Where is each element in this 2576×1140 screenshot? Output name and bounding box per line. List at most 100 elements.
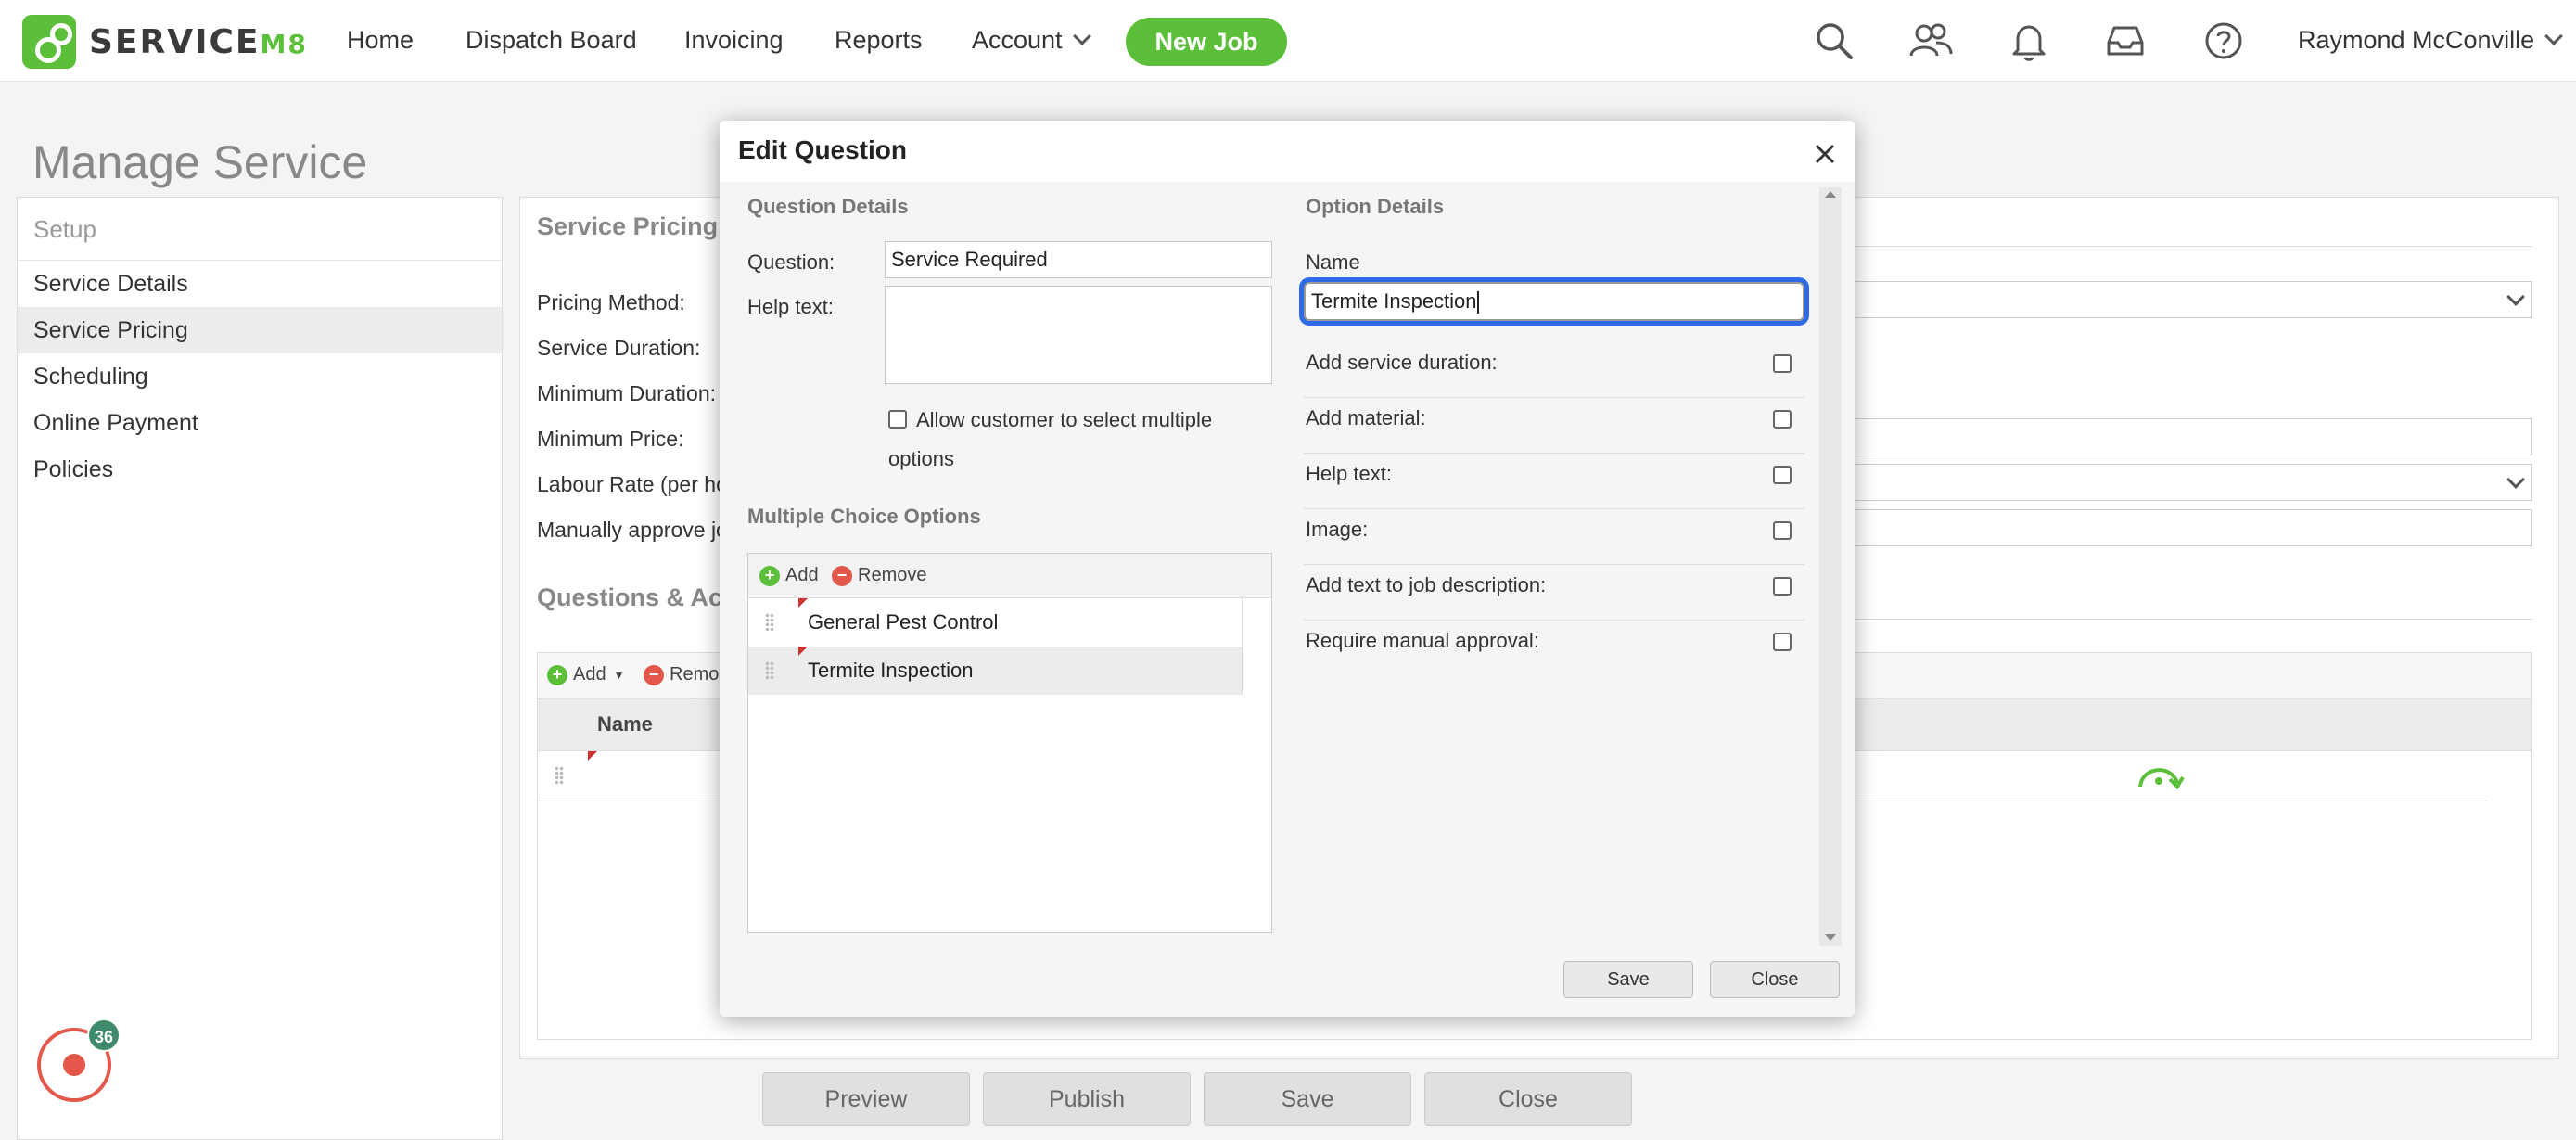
page-title: Manage Service xyxy=(32,136,368,188)
logo-mark-icon xyxy=(22,15,76,69)
pricing-method-label: Pricing Method: xyxy=(537,290,685,314)
service-duration-label: Service Duration: xyxy=(537,336,701,360)
action-arrow-icon[interactable] xyxy=(2133,759,2185,792)
add-question-button[interactable]: + Add ▼ xyxy=(547,664,624,685)
divider xyxy=(1304,508,1804,509)
edit-question-dialog: Edit Question Question Details Question:… xyxy=(720,121,1855,1017)
caret-down-icon: ▼ xyxy=(613,668,625,682)
nav-home[interactable]: Home xyxy=(347,26,414,55)
drag-handle-icon[interactable] xyxy=(555,766,564,785)
sidebar-item-scheduling[interactable]: Scheduling xyxy=(18,353,502,400)
text-cursor xyxy=(1476,291,1479,314)
question-input[interactable]: Service Required xyxy=(885,241,1272,278)
remove-question-button[interactable]: − Remo xyxy=(644,664,719,685)
image-checkbox[interactable] xyxy=(1773,521,1792,540)
option-name-value: Termite Inspection xyxy=(1311,289,1477,313)
help-text-label: Help text: xyxy=(747,295,834,318)
divider xyxy=(1304,620,1804,621)
dialog-close-button[interactable]: Close xyxy=(1710,961,1840,998)
column-name: Name xyxy=(597,712,653,736)
add-text-job-description-label: Add text to job description: xyxy=(1306,573,1547,596)
list-item-selected[interactable]: Termite Inspection xyxy=(748,647,1242,695)
sidebar-item-policies[interactable]: Policies xyxy=(18,446,502,493)
plus-icon: + xyxy=(547,664,567,685)
manual-approve-field[interactable] xyxy=(1818,509,2532,546)
search-icon[interactable] xyxy=(1812,19,1856,63)
multiple-choice-heading: Multiple Choice Options xyxy=(747,505,981,528)
servicem8-logo[interactable]: SERVICEM8 xyxy=(22,15,308,69)
publish-button[interactable]: Publish xyxy=(983,1072,1191,1126)
add-option-button[interactable]: + Add xyxy=(759,565,819,586)
question-label: Question: xyxy=(747,250,835,274)
save-button[interactable]: Save xyxy=(1204,1072,1411,1126)
option-name-input[interactable]: Termite Inspection xyxy=(1304,282,1804,321)
section-title: Service Pricing xyxy=(537,212,719,240)
drag-handle-icon[interactable] xyxy=(765,661,774,680)
divider xyxy=(1304,397,1804,398)
add-material-label: Add material: xyxy=(1306,406,1426,429)
logo-text: SERVICEM8 xyxy=(89,22,308,61)
allow-multiple-checkbox[interactable] xyxy=(888,410,907,429)
close-button[interactable]: Close xyxy=(1424,1072,1632,1126)
allow-multiple-label-cont: options xyxy=(888,447,954,470)
remove-option-button[interactable]: − Remove xyxy=(832,565,926,586)
help-text-area[interactable] xyxy=(885,286,1272,384)
allow-multiple-label: Allow customer to select multiple xyxy=(916,408,1213,431)
require-manual-approval-checkbox[interactable] xyxy=(1773,633,1792,651)
nav-account-label: Account xyxy=(972,26,1063,54)
chevron-down-icon xyxy=(2506,470,2525,489)
dialog-save-button[interactable]: Save xyxy=(1563,961,1693,998)
drag-handle-icon[interactable] xyxy=(765,613,774,632)
dialog-header: Edit Question xyxy=(720,121,1855,182)
bell-icon[interactable] xyxy=(2007,19,2051,63)
minimum-duration-label: Minimum Duration: xyxy=(537,381,716,405)
notification-count-badge: 36 xyxy=(87,1018,121,1052)
preview-button[interactable]: Preview xyxy=(762,1072,970,1126)
manual-approve-label: Manually approve jo xyxy=(537,518,728,542)
option-help-text-checkbox[interactable] xyxy=(1773,466,1792,484)
option-label: Termite Inspection xyxy=(808,659,974,682)
new-job-button[interactable]: New Job xyxy=(1126,18,1287,66)
add-service-duration-checkbox[interactable] xyxy=(1773,354,1792,373)
option-details-heading: Option Details xyxy=(1306,195,1445,218)
multiple-choice-list: + Add − Remove General Pest Control Termit… xyxy=(747,553,1272,933)
scroll-up-icon[interactable] xyxy=(1825,191,1836,198)
add-service-duration-label: Add service duration: xyxy=(1306,351,1498,374)
add-text-job-description-checkbox[interactable] xyxy=(1773,577,1792,596)
close-icon[interactable] xyxy=(1812,141,1838,167)
sidebar-item-online-payment[interactable]: Online Payment xyxy=(18,400,502,446)
minimum-price-field[interactable] xyxy=(1818,418,2532,455)
image-label: Image: xyxy=(1306,518,1369,541)
minus-icon: − xyxy=(644,664,664,685)
add-material-checkbox[interactable] xyxy=(1773,410,1792,429)
pricing-method-select[interactable] xyxy=(1818,281,2532,318)
inbox-icon[interactable] xyxy=(2103,19,2148,63)
help-icon[interactable] xyxy=(2201,19,2246,63)
user-menu[interactable]: Raymond McConville xyxy=(2298,26,2563,55)
nav-account[interactable]: Account xyxy=(972,26,1091,55)
minus-icon: − xyxy=(832,565,852,586)
scroll-down-icon[interactable] xyxy=(1825,934,1836,941)
people-icon[interactable] xyxy=(1908,19,1953,63)
sidebar-item-service-details[interactable]: Service Details xyxy=(18,261,502,307)
list-item[interactable]: General Pest Control xyxy=(748,598,1242,647)
chevron-down-icon xyxy=(2506,288,2525,306)
nav-dispatch-board[interactable]: Dispatch Board xyxy=(465,26,637,55)
dialog-title: Edit Question xyxy=(738,135,907,164)
questions-actions-title: Questions & Acti xyxy=(537,583,738,611)
options-toolbar: + Add − Remove xyxy=(748,554,1271,598)
nav-invoicing[interactable]: Invoicing xyxy=(684,26,784,55)
sidebar-item-service-pricing[interactable]: Service Pricing xyxy=(18,307,502,353)
required-flag-icon xyxy=(798,598,808,608)
required-flag-icon xyxy=(798,647,808,656)
labour-rate-select[interactable] xyxy=(1818,464,2532,501)
require-manual-approval-label: Require manual approval: xyxy=(1306,629,1539,652)
option-help-text-label: Help text: xyxy=(1306,462,1392,485)
required-flag-icon xyxy=(588,751,597,761)
dialog-scrollbar[interactable] xyxy=(1819,187,1842,946)
divider xyxy=(1818,246,2532,247)
chevron-down-icon xyxy=(2544,27,2563,45)
nav-reports[interactable]: Reports xyxy=(835,26,923,55)
divider xyxy=(1242,598,1243,695)
divider xyxy=(1304,564,1804,565)
